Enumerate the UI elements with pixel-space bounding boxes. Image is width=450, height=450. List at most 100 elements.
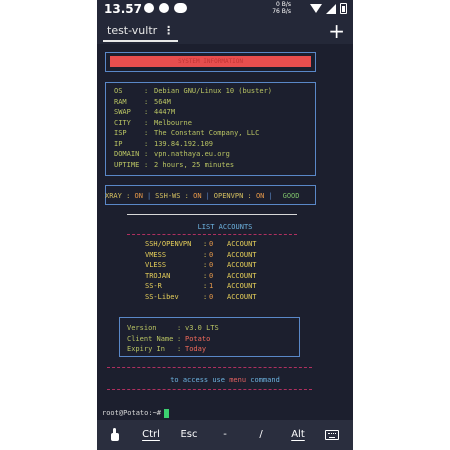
service-name: SSH-WS <box>155 192 181 200</box>
service-state: ON <box>193 192 202 200</box>
service-name: XRAY <box>105 192 122 200</box>
session-tab[interactable]: test-vultr ⋮ <box>103 20 179 42</box>
text-cursor <box>164 408 170 418</box>
separator: : <box>144 87 149 95</box>
prompt-text: root@Potato:~# <box>102 409 162 417</box>
account-type: SS-R <box>145 282 162 290</box>
service-name: OPENVPN <box>213 192 244 200</box>
account-label: ACCOUNT <box>227 292 257 301</box>
system-info-value: vpn.nathaya.eu.org <box>154 150 230 158</box>
system-info-value: 139.84.192.109 <box>154 139 214 148</box>
terminal-output[interactable]: SYSTEM INFORMATION OS: Debian GNU/Linux 1… <box>97 44 353 420</box>
system-info-bottom-border <box>105 175 316 176</box>
hint-bottom-divider <box>107 389 312 390</box>
account-type: VLESS <box>145 261 167 269</box>
separator: : <box>121 192 135 200</box>
status-notification-icons <box>144 3 187 13</box>
separator: : <box>180 192 194 200</box>
system-info-row: CITY: Melbourne <box>114 118 272 129</box>
account-type: VMESS <box>145 250 167 259</box>
status-time: 13.57 <box>104 2 142 16</box>
version-label: Version <box>127 324 157 332</box>
hint-command: menu <box>229 376 247 384</box>
account-label: ACCOUNT <box>227 240 257 248</box>
session-tab-bar: test-vultr ⋮ + <box>97 18 353 44</box>
client-label: Client Name <box>127 334 174 343</box>
account-count: 0 <box>209 240 214 248</box>
system-info-row: UPTIME:2 hours, 25 minutes <box>114 160 272 171</box>
system-info-key: DOMAIN <box>114 150 140 158</box>
separator: : <box>144 118 149 127</box>
service-overall-status: GOOD <box>282 192 300 200</box>
touch-hand-icon[interactable] <box>110 428 120 442</box>
separator: : <box>144 160 149 169</box>
phone-screen: 13.57 0 B/s 76 B/s test-vultr ⋮ + SYSTEM … <box>97 0 353 450</box>
system-info-key: IP <box>114 139 123 148</box>
shell-prompt[interactable]: root@Potato:~# <box>102 408 170 418</box>
account-count: 0 <box>209 250 214 259</box>
hint-top-divider <box>107 367 312 368</box>
system-info-row: DOMAIN: vpn.nathaya.eu.org <box>114 149 272 160</box>
account-count: 1 <box>209 282 214 290</box>
key-alt[interactable]: Alt <box>287 420 309 450</box>
system-info-value: Debian GNU/Linux 10 (buster) <box>154 87 273 95</box>
network-speed: 0 B/s 76 B/s <box>269 1 291 15</box>
separator: : <box>144 129 149 137</box>
system-info-key: RAM <box>114 97 127 106</box>
key-ctrl[interactable]: Ctrl <box>139 420 163 450</box>
system-info-list: OS: Debian GNU/Linux 10 (buster) RAM:564M S… <box>114 86 272 170</box>
account-row: VLESS:0 ACCOUNT <box>145 260 257 271</box>
separator: : <box>144 97 149 106</box>
separator: : <box>177 345 182 353</box>
client-row: Client Name : Potato <box>127 334 219 345</box>
system-info-value: Melbourne <box>154 118 192 127</box>
account-label: ACCOUNT <box>227 271 257 280</box>
separator: : <box>243 192 256 200</box>
account-row: VMESS:0 ACCOUNT <box>145 250 257 261</box>
version-row: Version : v3.0 LTS <box>127 323 219 334</box>
system-info-value: 2 hours, 25 minutes <box>154 160 235 169</box>
hint-before: to access use <box>170 376 225 384</box>
network-speed-up: 76 B/s <box>272 8 291 15</box>
session-tab-label: test-vultr <box>107 24 158 37</box>
system-info-key: OS <box>114 87 123 95</box>
service-item: OPENVPN : ON <box>214 191 265 201</box>
accounts-divider <box>127 234 297 235</box>
system-info-key: SWAP <box>114 108 131 116</box>
extra-keys-bar: Ctrl Esc - / Alt <box>97 420 353 450</box>
system-info-top-border <box>105 82 316 83</box>
key-esc[interactable]: Esc <box>177 420 201 450</box>
system-info-row: RAM:564M <box>114 97 272 108</box>
hint-after: command <box>250 376 280 384</box>
separator: | <box>268 192 273 200</box>
new-session-button[interactable]: + <box>328 18 345 44</box>
account-row: SSH/OPENVPN:0 ACCOUNT <box>145 239 257 250</box>
account-count: 0 <box>209 292 214 301</box>
kebab-menu-icon[interactable]: ⋮ <box>163 24 174 37</box>
system-info-row: OS: Debian GNU/Linux 10 (buster) <box>114 86 272 97</box>
system-info-row: SWAP:4447M <box>114 107 272 118</box>
account-type: SS-Libev <box>145 292 179 301</box>
separator: : <box>177 324 182 332</box>
accounts-top-border <box>127 214 297 215</box>
key-dash[interactable]: - <box>217 420 233 450</box>
status-system-icons <box>310 3 347 14</box>
key-slash[interactable]: / <box>253 420 269 450</box>
script-info: Version : v3.0 LTS Client Name : Potato … <box>127 323 219 355</box>
client-value: Potato <box>185 334 211 343</box>
account-label: ACCOUNT <box>227 261 257 269</box>
separator: : <box>177 334 182 343</box>
account-row: SS-R:1 ACCOUNT <box>145 281 257 292</box>
separator: | <box>146 192 152 200</box>
keyboard-icon[interactable] <box>325 430 339 440</box>
menu-hint: to access use menu command <box>97 375 353 385</box>
account-type: SSH/OPENVPN <box>145 240 192 248</box>
accounts-list: SSH/OPENVPN:0 ACCOUNT VMESS:0 ACCOUNT VLESS:… <box>145 239 257 302</box>
system-info-key: CITY <box>114 118 131 127</box>
system-info-key: UPTIME <box>114 160 140 169</box>
service-state: ON <box>255 192 265 200</box>
expiry-label: Expiry In <box>127 345 165 353</box>
notification-icon <box>159 3 169 13</box>
separator: : <box>144 108 149 116</box>
system-info-row: IP:139.84.192.109 <box>114 139 272 150</box>
